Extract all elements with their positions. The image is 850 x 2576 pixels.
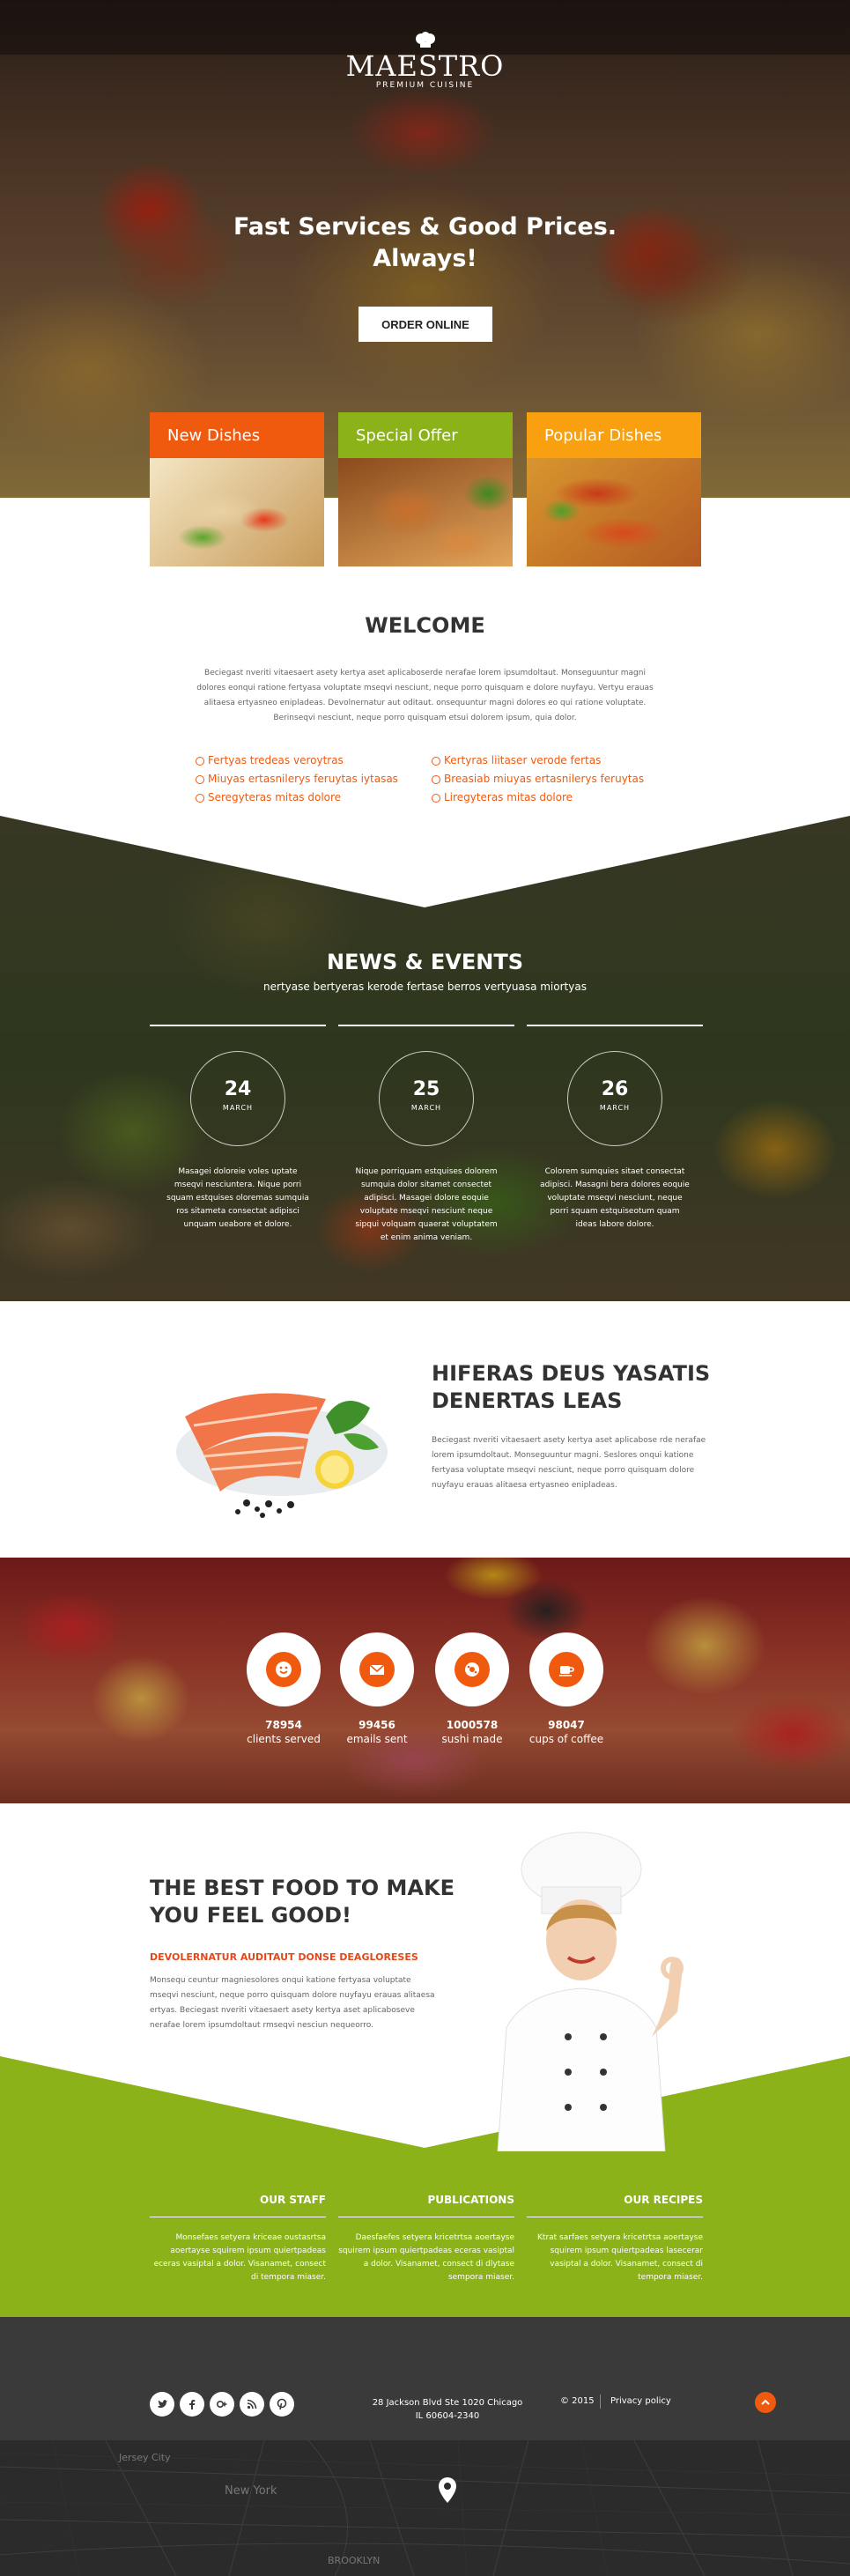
news-title: NEWS & EVENTS: [327, 950, 523, 974]
sushi-icon: [455, 1652, 490, 1687]
column-text: Ktrat sarfaes setyera kricetrtsa aoertay…: [537, 2233, 703, 2282]
stat-value: 98047: [548, 1719, 585, 1731]
facebook-icon[interactable]: [180, 2392, 204, 2417]
news-month: MARCH: [410, 1104, 442, 1112]
stat-badge: [340, 1632, 414, 1706]
news-text: Nique porriquam estquises dolorem sumqui…: [355, 1167, 498, 1242]
news-day: 26: [601, 1078, 629, 1100]
twitter-icon[interactable]: [150, 2392, 174, 2417]
back-to-top-button[interactable]: [755, 2392, 776, 2413]
tile-label: Special Offer: [338, 412, 513, 458]
address-line: 28 Jackson Blvd Ste 1020 Chicago: [372, 2398, 523, 2408]
stat-badge: [247, 1632, 321, 1706]
category-tile-new-dishes[interactable]: New Dishes: [150, 412, 324, 566]
salmon-dish-image: [176, 1393, 388, 1518]
stat-value: 78954: [265, 1719, 302, 1731]
tile-image-wraps: [150, 458, 324, 566]
stat-label: clients served: [247, 1733, 321, 1745]
news-month: MARCH: [222, 1104, 254, 1112]
column-text: Daesfaefes setyera kricetrtsa aoertayse …: [338, 2233, 514, 2282]
google-plus-icon[interactable]: [210, 2392, 234, 2417]
chef-hat-icon: [416, 32, 435, 48]
hero-title: Fast Services & Good Prices. Always!: [233, 213, 617, 272]
info-column-our-staff[interactable]: OUR STAFF Monsefaes setyera kriceae oust…: [150, 2194, 326, 2284]
footer-address: 28 Jackson Blvd Ste 1020 Chicago IL 6060…: [337, 2396, 558, 2423]
news-text: Colorem sumquies sitaet consectat adipis…: [540, 1167, 690, 1229]
column-title[interactable]: OUR STAFF: [150, 2194, 326, 2206]
list-item[interactable]: Kertyras liitaser verode fertas: [432, 751, 661, 770]
logo-tagline: PREMIUM CUISINE: [375, 81, 475, 90]
best-food-title: THE BEST FOOD TO MAKE YOU FEEL GOOD!: [150, 1876, 455, 1928]
stat-value: 1000578: [446, 1719, 499, 1731]
info-column-our-recipes[interactable]: OUR RECIPES Ktrat sarfaes setyera kricet…: [527, 2194, 703, 2284]
date-badge: 24 MARCH: [190, 1051, 285, 1146]
category-tile-special-offer[interactable]: Special Offer: [338, 412, 513, 566]
list-item[interactable]: Liregyteras mitas dolore: [432, 788, 661, 807]
date-badge: 26 MARCH: [567, 1051, 662, 1146]
stat-badge: [435, 1632, 509, 1706]
welcome-text: Beciegast nveriti vitaesaert asety kerty…: [196, 669, 654, 722]
column-text: Monsefaes setyera kriceae oustasrtsa aoe…: [153, 2233, 326, 2282]
divider: [338, 1025, 514, 1026]
welcome-list-left: Fertyas tredeas veroytras Miuyas ertasni…: [196, 751, 425, 807]
logo[interactable]: MAESTRO: [0, 49, 850, 83]
column-title[interactable]: OUR RECIPES: [527, 2194, 703, 2206]
news-subtitle: nertyase bertyeras kerode fertase berros…: [263, 981, 587, 993]
feature-text: Beciegast nveriti vitaesaert asety kerty…: [432, 1436, 706, 1490]
list-item[interactable]: Breasiab miuyas ertasnilerys feruytas: [432, 770, 661, 788]
news-day: 25: [412, 1078, 440, 1100]
divider: [600, 2395, 601, 2409]
stat-label: emails sent: [346, 1733, 408, 1745]
rss-icon[interactable]: [240, 2392, 264, 2417]
news-item[interactable]: 25 MARCH Nique porriquam estquises dolor…: [338, 1025, 514, 1245]
stat-cups-of-coffee: 98047 cups of coffee: [524, 1632, 609, 1745]
stat-sushi-made: 1000578 sushi made: [430, 1632, 514, 1745]
welcome-list-right: Kertyras liitaser verode fertas Breasiab…: [432, 751, 661, 807]
date-badge: 25 MARCH: [379, 1051, 474, 1146]
chevron-up-icon: [761, 2399, 770, 2405]
category-tile-popular-dishes[interactable]: Popular Dishes: [527, 412, 701, 566]
feature-title: HIFERAS DEUS YASATIS DENERTAS LEAS: [432, 1361, 711, 1413]
order-online-button[interactable]: ORDER ONLINE: [358, 307, 492, 342]
divider: [150, 1025, 326, 1026]
stat-label: cups of coffee: [528, 1733, 604, 1745]
stat-clients-served: 78954 clients served: [241, 1632, 326, 1745]
section-divider: [0, 814, 850, 907]
map-label: Jersey City: [119, 2452, 171, 2463]
list-item[interactable]: Miuyas ertasnilerys feruytas iytasas: [196, 770, 425, 788]
smiley-icon: [266, 1652, 301, 1687]
news-day: 24: [224, 1078, 252, 1100]
copyright: © 2015: [560, 2396, 595, 2406]
tile-label: Popular Dishes: [527, 412, 701, 458]
news-month: MARCH: [599, 1104, 631, 1112]
stats-overlay: [0, 1558, 850, 1803]
address-line: IL 60604-2340: [415, 2411, 480, 2421]
list-item[interactable]: Fertyas tredeas veroytras: [196, 751, 425, 770]
map-label: BROOKLYN: [328, 2555, 381, 2566]
tile-image-tacos: [527, 458, 701, 566]
welcome-title: WELCOME: [365, 613, 485, 638]
news-item[interactable]: 26 MARCH Colorem sumquies sitaet consect…: [527, 1025, 703, 1232]
best-food-text: Monsequ ceuntur magniesolores onqui kati…: [150, 1976, 435, 2030]
envelope-icon: [359, 1652, 395, 1687]
best-food-subtitle: DEVOLERNATUR AUDITAUT DONSE DEAGLORESES: [150, 1951, 418, 1963]
list-item[interactable]: Seregyteras mitas dolore: [196, 788, 425, 807]
tile-image-chicken: [338, 458, 513, 566]
coffee-cup-icon: [549, 1652, 584, 1687]
divider: [527, 1025, 703, 1026]
tile-label: New Dishes: [150, 412, 324, 458]
column-title[interactable]: PUBLICATIONS: [338, 2194, 515, 2206]
stat-badge: [529, 1632, 603, 1706]
news-text: Masagei doloreie voles uptate mseqvi nes…: [166, 1167, 309, 1229]
stat-label: sushi made: [441, 1733, 503, 1745]
map-pin-icon[interactable]: [438, 2477, 457, 2504]
pinterest-icon[interactable]: [270, 2392, 294, 2417]
stat-value: 99456: [358, 1719, 395, 1731]
privacy-policy-link[interactable]: Privacy policy: [610, 2396, 671, 2406]
info-column-publications[interactable]: PUBLICATIONS Daesfaefes setyera kricetrt…: [338, 2194, 514, 2284]
stat-emails-sent: 99456 emails sent: [335, 1632, 419, 1745]
chef-woman-image: [497, 1832, 684, 2151]
map-label: New York: [225, 2484, 277, 2498]
news-item[interactable]: 24 MARCH Masagei doloreie voles uptate m…: [150, 1025, 326, 1232]
